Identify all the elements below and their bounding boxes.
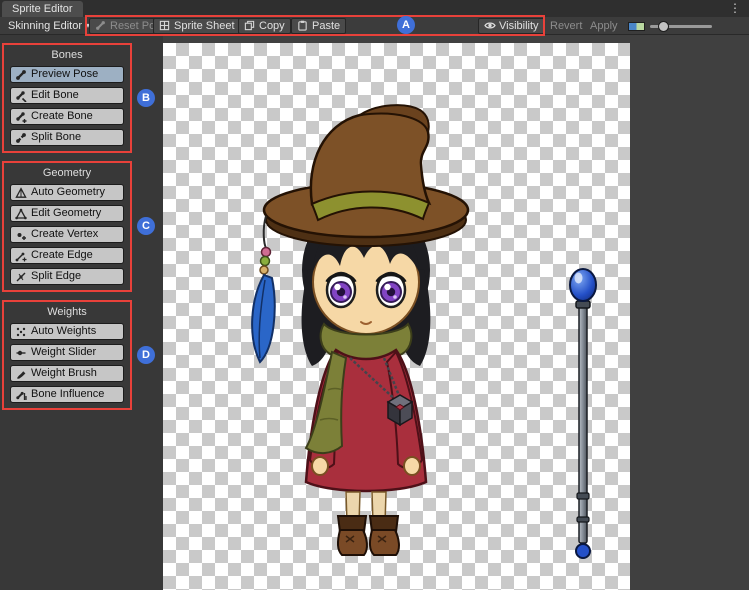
create-edge-label: Create Edge — [31, 248, 93, 263]
mode-dropdown-label: Skinning Editor — [8, 18, 82, 34]
bones-panel-title: Bones — [4, 47, 130, 63]
annotation-circle-b: B — [137, 89, 155, 107]
edit-bone-label: Edit Bone — [31, 88, 79, 103]
auto-geometry-label: Auto Geometry — [31, 185, 105, 200]
preview-pose-icon — [15, 69, 27, 81]
annotation-circle-c: C — [137, 217, 155, 235]
split-bone-icon — [15, 132, 27, 144]
color-swatch[interactable] — [628, 22, 645, 31]
character-sprite[interactable] — [248, 100, 478, 565]
staff-sprite[interactable] — [565, 265, 601, 565]
toolbar: Skinning Editor ▾ Reset Pose Sprite Shee… — [0, 17, 749, 35]
bone-influence-icon — [15, 389, 27, 401]
create-vertex-button[interactable]: Create Vertex — [10, 226, 124, 243]
apply-button[interactable]: Apply — [586, 18, 622, 34]
preview-pose-label: Preview Pose — [31, 67, 98, 82]
weight-slider-label: Weight Slider — [31, 345, 96, 360]
create-vertex-icon — [15, 229, 27, 241]
tool-sidebar: Bones Preview Pose Edit Bone — [0, 35, 163, 590]
window-tab-bar: Sprite Editor ⋮ — [0, 0, 749, 17]
mode-dropdown[interactable]: Skinning Editor ▾ — [4, 18, 94, 34]
auto-geometry-icon — [15, 187, 27, 199]
zoom-slider[interactable] — [650, 25, 712, 28]
weight-brush-label: Weight Brush — [31, 366, 97, 381]
reset-pose-icon — [95, 20, 107, 32]
sprite-sheet-label: Sprite Sheet — [174, 19, 235, 33]
annotation-box-bones: Bones Preview Pose Edit Bone — [2, 43, 132, 153]
auto-weights-icon — [15, 326, 27, 338]
edit-bone-icon — [15, 90, 27, 102]
paste-button[interactable]: Paste — [291, 18, 346, 34]
sprite-canvas[interactable] — [163, 35, 749, 590]
create-vertex-label: Create Vertex — [31, 227, 98, 242]
auto-geometry-button[interactable]: Auto Geometry — [10, 184, 124, 201]
visibility-eye-icon — [484, 20, 496, 32]
visibility-toggle[interactable]: Visibility — [478, 18, 545, 34]
weight-slider-icon — [15, 347, 27, 359]
split-edge-icon — [15, 271, 27, 283]
edit-geometry-icon — [15, 208, 27, 220]
overflow-menu-icon[interactable]: ⋮ — [729, 1, 741, 16]
annotation-box-geometry: Geometry Auto Geometry Edit Geometry — [2, 161, 132, 292]
copy-button[interactable]: Copy — [238, 18, 291, 34]
weights-panel: Weights Auto Weights Weight Slider — [4, 302, 130, 407]
copy-label: Copy — [259, 19, 285, 33]
visibility-label: Visibility — [499, 19, 539, 33]
create-edge-icon — [15, 250, 27, 262]
paste-icon — [297, 20, 309, 32]
bones-panel: Bones Preview Pose Edit Bone — [4, 45, 130, 150]
preview-pose-button[interactable]: Preview Pose — [10, 66, 124, 83]
weights-panel-title: Weights — [4, 304, 130, 320]
create-bone-label: Create Bone — [31, 109, 93, 124]
bone-influence-label: Bone Influence — [31, 387, 104, 402]
bone-influence-button[interactable]: Bone Influence — [10, 386, 124, 403]
sprite-sheet-icon — [159, 20, 171, 32]
split-edge-button[interactable]: Split Edge — [10, 268, 124, 285]
create-edge-button[interactable]: Create Edge — [10, 247, 124, 264]
transparency-checkerboard[interactable] — [163, 43, 630, 590]
annotation-box-weights: Weights Auto Weights Weight Slider — [2, 300, 132, 410]
auto-weights-button[interactable]: Auto Weights — [10, 323, 124, 340]
create-bone-button[interactable]: Create Bone — [10, 108, 124, 125]
sprite-editor-window: Sprite Editor ⋮ Skinning Editor ▾ Reset … — [0, 0, 749, 590]
split-bone-label: Split Bone — [31, 130, 81, 145]
paste-label: Paste — [312, 19, 340, 33]
auto-weights-label: Auto Weights — [31, 324, 96, 339]
create-bone-icon — [15, 111, 27, 123]
edit-bone-button[interactable]: Edit Bone — [10, 87, 124, 104]
annotation-circle-a: A — [397, 16, 415, 34]
annotation-circle-d: D — [137, 346, 155, 364]
split-edge-label: Split Edge — [31, 269, 81, 284]
weight-brush-button[interactable]: Weight Brush — [10, 365, 124, 382]
split-bone-button[interactable]: Split Bone — [10, 129, 124, 146]
geometry-panel: Geometry Auto Geometry Edit Geometry — [4, 163, 130, 289]
sprite-editor-tab[interactable]: Sprite Editor — [2, 1, 83, 17]
zoom-slider-knob[interactable] — [658, 21, 669, 32]
edit-geometry-button[interactable]: Edit Geometry — [10, 205, 124, 222]
revert-button[interactable]: Revert — [546, 18, 586, 34]
copy-icon — [244, 20, 256, 32]
edit-geometry-label: Edit Geometry — [31, 206, 101, 221]
sprite-sheet-button[interactable]: Sprite Sheet — [153, 18, 241, 34]
weight-brush-icon — [15, 368, 27, 380]
weight-slider-button[interactable]: Weight Slider — [10, 344, 124, 361]
geometry-panel-title: Geometry — [4, 165, 130, 181]
